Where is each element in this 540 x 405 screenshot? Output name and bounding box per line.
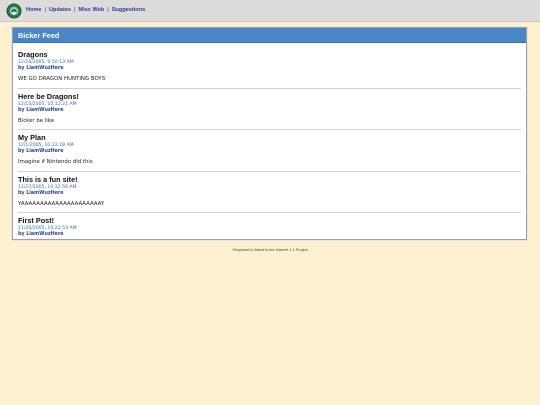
post-body: WE GO DRAGON HUNTING BOYS [18,76,106,82]
post-author: by LiamWuzHere [18,149,64,154]
post-item: This is a fun site! 11/27/2005, 10:32:56… [18,172,521,213]
nav-link-home[interactable]: Home [26,7,42,13]
post-body: YAAAAAAAAAAAAAAAAAAAAAY [18,200,105,207]
nav-links: Home | Updates | Misc Web | Suggestions [26,7,145,13]
post-list: Dragons 12/16/2005, 9:50:13 AM by LiamWu… [13,43,526,239]
post-author: by LiamWuzHere [18,190,64,196]
post-item: My Plan 12/1/2005, 10:22:28 AM by LiamWu… [18,130,521,172]
site-logo-icon[interactable] [6,3,22,19]
footer-text: Simplonet is linked to the Internet 1.1 … [232,248,308,252]
nav-link-suggestions[interactable]: Suggestions [112,7,146,13]
nav-separator: | [107,7,109,13]
feed-title: Bicker Feed [13,28,526,43]
post-title: My Plan [18,133,46,142]
nav-separator: | [74,7,76,13]
nav-link-updates[interactable]: Updates [49,7,71,13]
post-body: Imagine if Nintendo did this [18,159,93,165]
post-author: by LiamWuzHere [18,107,64,113]
post-title: First Post! [18,216,55,225]
post-title: This is a fun site! [18,174,78,184]
nav-link-misc-web[interactable]: Misc Web [79,7,105,13]
nav-separator: | [44,7,46,13]
post-body: Bicker be like [18,117,55,124]
post-title: Dragons [18,50,48,59]
post-item: Here be Dragons! 12/15/2005, 10:12:21 AM… [18,89,521,130]
top-navigation-bar: Home | Updates | Misc Web | Suggestions [0,0,540,22]
post-title: Here be Dragons! [18,91,79,101]
post-author: by LiamWuzHere [18,232,64,237]
post-item: Dragons 12/16/2005, 9:50:13 AM by LiamWu… [18,47,521,89]
post-item: First Post! 11/20/2005, 10:22:53 AM by L… [18,213,521,239]
post-author: by LiamWuzHere [18,66,64,71]
bicker-feed-panel: Bicker Feed Dragons 12/16/2005, 9:50:13 … [12,27,527,240]
